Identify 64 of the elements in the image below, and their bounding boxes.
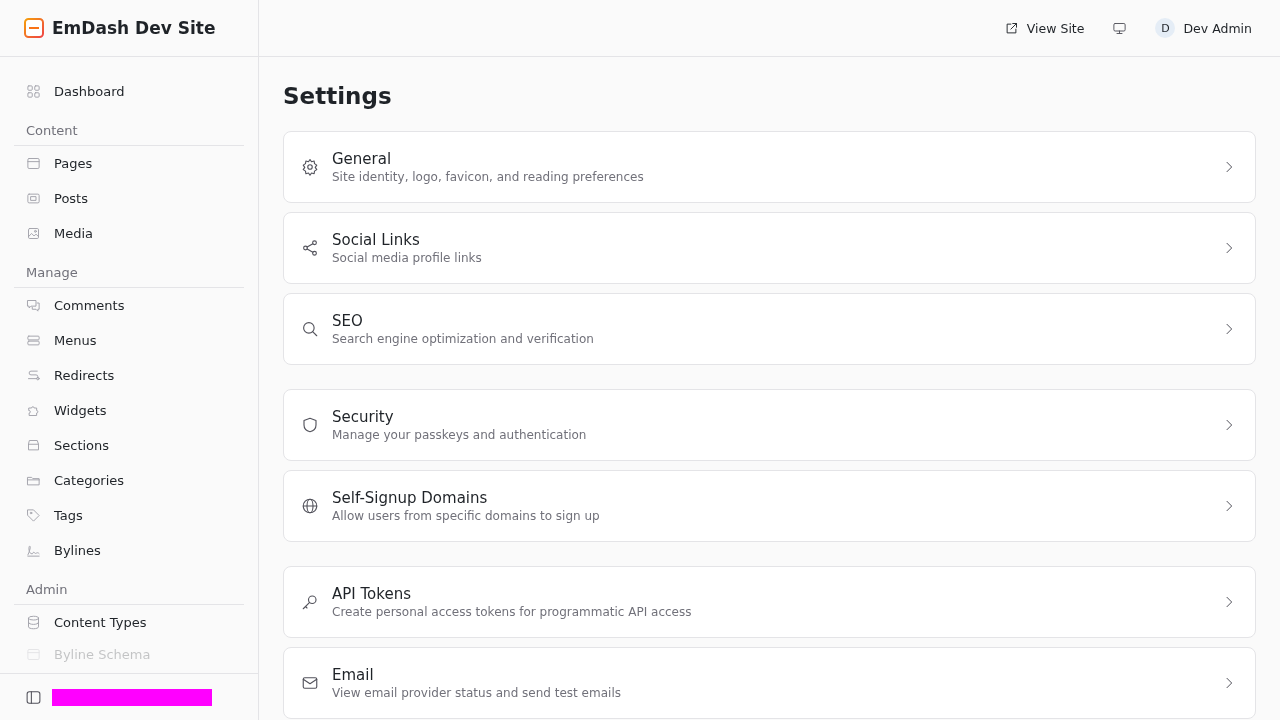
nav-item[interactable]: Bylines [14, 533, 244, 568]
card-description: Allow users from specific domains to sign up [332, 509, 601, 523]
nav-item[interactable]: Pages [14, 146, 244, 181]
grid-icon [26, 84, 41, 99]
route-icon [26, 368, 41, 383]
nav-item[interactable]: Comments [14, 288, 244, 323]
settings-icon [301, 158, 319, 176]
window-icon [26, 156, 41, 171]
card-icon [26, 191, 41, 206]
nav-item[interactable]: Dashboard [14, 74, 244, 109]
shield-icon [301, 416, 319, 434]
nav-item[interactable]: Sections [14, 428, 244, 463]
nav-item[interactable]: Tags [14, 498, 244, 533]
section-heading: Content [14, 115, 244, 146]
logo-icon [24, 18, 44, 38]
globe-icon [301, 497, 319, 515]
view-site-link[interactable]: View Site [999, 16, 1089, 40]
search-icon [301, 320, 319, 338]
page-title: Settings [283, 83, 393, 109]
nav-item[interactable]: Menus [14, 323, 244, 358]
settings-card[interactable]: API Tokens Create personal access tokens for programmatic API access [283, 566, 1256, 638]
database-icon [26, 615, 41, 630]
card-title: API Tokens [332, 585, 412, 603]
card-title: General [332, 150, 393, 168]
site-title: EmDash Dev Site [52, 18, 216, 38]
card-title: SEO [332, 312, 364, 330]
card-description: View email provider status and send test emails [332, 686, 622, 700]
share-icon [301, 239, 319, 257]
key-icon [301, 593, 319, 611]
card-description: Manage your passkeys and authentication [332, 428, 588, 442]
settings-card[interactable]: Email View email provider status and send test emails [283, 647, 1256, 719]
settings-card[interactable]: Self-Signup Domains Allow users from specific domains to sign up [283, 470, 1256, 542]
menu-stack-icon [26, 333, 41, 348]
nav-item[interactable]: Widgets [14, 393, 244, 428]
image-icon [26, 226, 41, 241]
card-title: Security [332, 408, 395, 426]
settings-card[interactable]: SEO Search engine optimization and verification [283, 293, 1256, 365]
nav-item[interactable]: Content Types [14, 605, 244, 640]
sidebar-toggle-icon[interactable] [25, 688, 42, 706]
section-heading: Admin [14, 574, 244, 605]
nav-item[interactable]: Posts [14, 181, 244, 216]
mail-icon [301, 674, 319, 692]
chat-icon [26, 298, 41, 313]
tag-icon [26, 508, 41, 523]
card-description: Search engine optimization and verification [332, 332, 595, 346]
user-name: Dev Admin [1183, 20, 1252, 36]
user-avatar[interactable]: D [1155, 18, 1176, 38]
section-heading: Manage [14, 257, 244, 288]
card-description: Social media profile links [332, 251, 483, 265]
nav-item[interactable]: Redirects [14, 358, 244, 393]
card-description: Site identity, logo, favicon, and reading preferences [332, 170, 645, 184]
card-title: Email [332, 666, 375, 684]
signature-icon [26, 543, 41, 558]
nav-item[interactable]: Media [14, 216, 244, 251]
settings-card[interactable]: Security Manage your passkeys and authentication [283, 389, 1256, 461]
settings-card[interactable]: General Site identity, logo, favicon, and reading preferences [283, 131, 1256, 203]
card-title: Self-Signup Domains [332, 489, 489, 507]
nav-item[interactable]: Categories [14, 463, 244, 498]
external-link-icon [1003, 20, 1019, 36]
tray-icon [26, 438, 41, 453]
settings-card[interactable]: Social Links Social media profile links [283, 212, 1256, 284]
puzzle-icon [26, 403, 41, 418]
card-title: Social Links [332, 231, 421, 249]
card-description: Create personal access tokens for programmatic API access [332, 605, 693, 619]
